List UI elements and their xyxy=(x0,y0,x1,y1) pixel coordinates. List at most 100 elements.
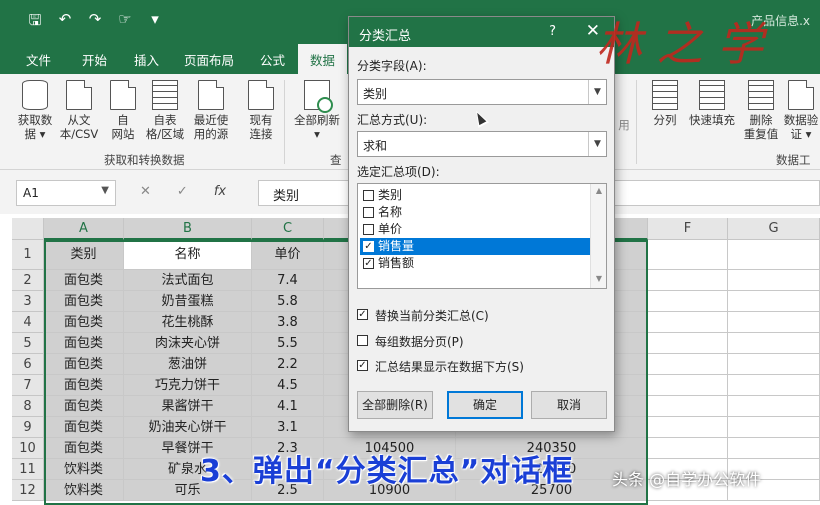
table-cell[interactable] xyxy=(728,270,820,291)
table-cell[interactable]: 7.4 xyxy=(252,270,324,291)
flash-fill-button[interactable]: 快速填充 xyxy=(686,80,738,127)
table-cell[interactable]: 3.8 xyxy=(252,312,324,333)
tab-home[interactable]: 开始 xyxy=(82,50,107,69)
cancel-button[interactable]: 取消 xyxy=(531,391,607,419)
header-cell[interactable]: 类别 xyxy=(44,240,124,270)
table-cell[interactable] xyxy=(728,291,820,312)
table-cell[interactable] xyxy=(728,354,820,375)
row-header[interactable]: 11 xyxy=(12,459,44,480)
page-break-option[interactable]: 每组数据分页(P) xyxy=(357,333,464,350)
checkbox-checked-icon[interactable]: ✓ xyxy=(363,258,374,269)
table-cell[interactable]: 面包类 xyxy=(44,438,124,459)
recent-sources-button[interactable]: 最近使 用的源 xyxy=(188,80,234,141)
table-cell[interactable]: 葱油饼 xyxy=(124,354,252,375)
table-cell[interactable]: 奶昔蛋糕 xyxy=(124,291,252,312)
table-cell[interactable]: 面包类 xyxy=(44,291,124,312)
table-cell[interactable] xyxy=(728,396,820,417)
list-item[interactable]: 类别 xyxy=(360,187,590,204)
table-cell[interactable]: 面包类 xyxy=(44,333,124,354)
name-box[interactable]: A1 ▼ xyxy=(16,180,116,206)
tab-formulas[interactable]: 公式 xyxy=(260,50,285,69)
row-header[interactable]: 5 xyxy=(12,333,44,354)
help-icon[interactable]: ? xyxy=(549,24,556,39)
table-cell[interactable]: 饮料类 xyxy=(44,459,124,480)
checkbox-unchecked-icon[interactable] xyxy=(363,207,374,218)
list-item[interactable]: 名称 xyxy=(360,204,590,221)
row-header[interactable]: 10 xyxy=(12,438,44,459)
touch-mode-icon[interactable]: ☞ xyxy=(116,10,134,35)
scroll-up-icon[interactable]: ▲ xyxy=(591,186,606,195)
checkbox-checked-icon[interactable]: ✓ xyxy=(363,241,374,252)
column-header-a[interactable]: A xyxy=(44,218,124,240)
insert-function-icon[interactable]: fx xyxy=(214,184,226,199)
table-cell[interactable]: 面包类 xyxy=(44,270,124,291)
from-web-button[interactable]: 自 网站 xyxy=(100,80,146,141)
get-data-button[interactable]: 获取数 据 ▾ xyxy=(12,80,58,141)
table-cell[interactable]: 4.5 xyxy=(252,375,324,396)
table-cell[interactable] xyxy=(648,333,728,354)
table-cell[interactable]: 3.1 xyxy=(252,417,324,438)
checkbox-unchecked-icon[interactable] xyxy=(363,224,374,235)
table-cell[interactable]: 花生桃酥 xyxy=(124,312,252,333)
table-cell[interactable]: 面包类 xyxy=(44,396,124,417)
checkbox-unchecked-icon[interactable] xyxy=(363,190,374,201)
table-cell[interactable] xyxy=(648,417,728,438)
column-header-b[interactable]: B xyxy=(124,218,252,240)
row-header[interactable]: 6 xyxy=(12,354,44,375)
row-header[interactable]: 12 xyxy=(12,480,44,501)
table-cell[interactable] xyxy=(648,312,728,333)
table-cell[interactable]: 法式面包 xyxy=(124,270,252,291)
table-cell[interactable]: 饮料类 xyxy=(44,480,124,501)
table-cell[interactable]: 奶油夹心饼干 xyxy=(124,417,252,438)
checkbox-checked-icon[interactable]: ✓ xyxy=(357,360,368,371)
table-cell[interactable] xyxy=(728,417,820,438)
existing-connections-button[interactable]: 现有 连接 xyxy=(238,80,284,141)
table-cell[interactable] xyxy=(728,333,820,354)
table-cell[interactable] xyxy=(648,270,728,291)
header-cell[interactable]: 名称 xyxy=(124,240,252,270)
row-header[interactable]: 7 xyxy=(12,375,44,396)
table-cell[interactable]: 面包类 xyxy=(44,354,124,375)
row-header[interactable]: 4 xyxy=(12,312,44,333)
table-cell[interactable] xyxy=(648,438,728,459)
table-cell[interactable] xyxy=(648,375,728,396)
table-cell[interactable] xyxy=(648,291,728,312)
summary-function-select[interactable]: 求和 ▼ xyxy=(357,131,607,157)
checkbox-checked-icon[interactable]: ✓ xyxy=(357,309,368,320)
refresh-all-button[interactable]: 全部刷新 ▾ xyxy=(290,80,344,141)
table-cell[interactable] xyxy=(648,354,728,375)
column-header-g[interactable]: G xyxy=(728,218,820,240)
table-cell[interactable]: 面包类 xyxy=(44,375,124,396)
row-header[interactable]: 8 xyxy=(12,396,44,417)
summary-below-option[interactable]: ✓ 汇总结果显示在数据下方(S) xyxy=(357,358,524,375)
save-icon[interactable]: 🖫 xyxy=(26,10,44,35)
row-header[interactable]: 1 xyxy=(12,240,44,270)
checkbox-unchecked-icon[interactable] xyxy=(357,335,368,346)
row-header[interactable]: 2 xyxy=(12,270,44,291)
table-cell[interactable]: 肉沫夹心饼 xyxy=(124,333,252,354)
table-cell[interactable]: 巧克力饼干 xyxy=(124,375,252,396)
subtotal-items-list[interactable]: 类别 名称 单价 ✓ 销售量 ✓ 销售额 ▲ ▼ xyxy=(357,183,607,289)
group-by-field-select[interactable]: 类别 ▼ xyxy=(357,79,607,105)
tab-file[interactable]: 文件 xyxy=(26,50,51,69)
text-to-columns-button[interactable]: 分列 xyxy=(642,80,688,127)
select-all-corner[interactable] xyxy=(12,218,44,240)
table-cell[interactable] xyxy=(728,312,820,333)
table-cell[interactable]: 5.8 xyxy=(252,291,324,312)
list-item[interactable]: 单价 xyxy=(360,221,590,238)
list-scrollbar[interactable]: ▲ ▼ xyxy=(590,184,606,288)
list-item[interactable]: ✓ 销售额 xyxy=(360,255,590,272)
list-item[interactable]: ✓ 销售量 xyxy=(360,238,590,255)
enter-icon[interactable]: ✓ xyxy=(177,184,188,199)
chevron-down-icon[interactable]: ▼ xyxy=(101,185,109,196)
table-cell[interactable] xyxy=(648,240,728,270)
table-cell[interactable]: 2.2 xyxy=(252,354,324,375)
customize-qat-icon[interactable]: ▾ xyxy=(146,10,164,35)
table-cell[interactable] xyxy=(648,396,728,417)
tab-insert[interactable]: 插入 xyxy=(134,50,159,69)
table-cell[interactable]: 面包类 xyxy=(44,417,124,438)
chevron-down-icon[interactable]: ▼ xyxy=(588,132,606,156)
table-cell[interactable] xyxy=(728,240,820,270)
table-cell[interactable]: 5.5 xyxy=(252,333,324,354)
redo-icon[interactable]: ↷ xyxy=(86,10,104,35)
